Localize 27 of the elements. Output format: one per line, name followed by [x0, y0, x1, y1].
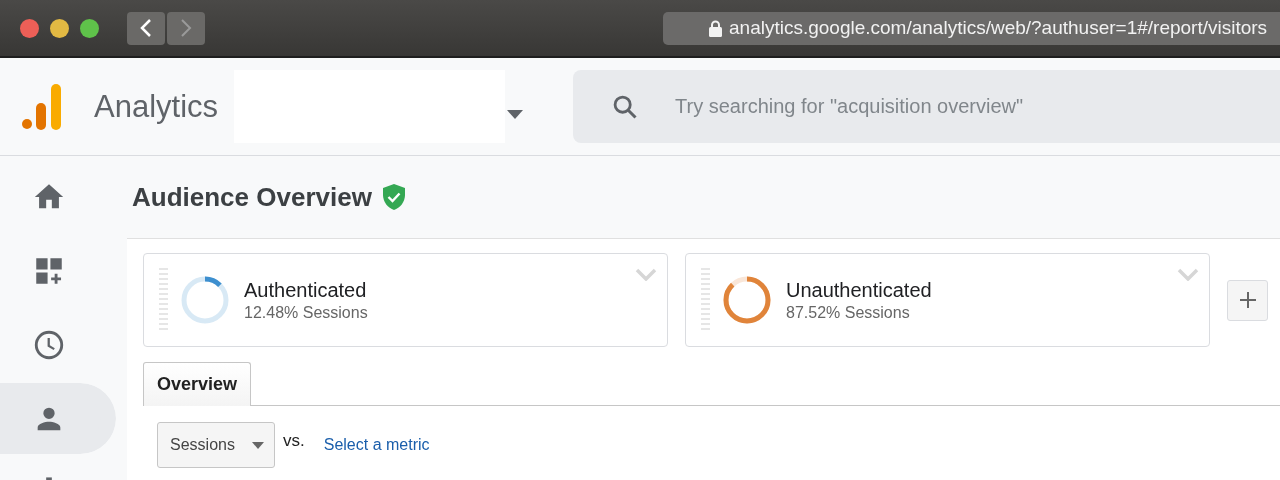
url-text: analytics.google.com/analytics/web/?authuser=1#/report/visitors [729, 17, 1268, 39]
segment-sessions: 12.48% Sessions [244, 303, 368, 322]
page-title: Audience Overview [132, 181, 372, 213]
minimize-window-button[interactable] [50, 18, 69, 38]
segment-card[interactable]: Authenticated 12.48% Sessions [143, 253, 668, 347]
segment-sessions: 87.52% Sessions [786, 303, 911, 322]
dropdown-caret-icon[interactable] [507, 110, 524, 119]
metric-dropdown[interactable]: Sessions [157, 422, 275, 468]
select-metric-link[interactable]: Select a metric [323, 436, 430, 454]
segment-name: Authenticated [244, 278, 368, 302]
back-button[interactable] [127, 11, 165, 45]
add-segment-button[interactable] [1227, 279, 1268, 321]
verified-shield-icon [381, 184, 406, 210]
plus-icon [1239, 292, 1256, 308]
zoom-window-button[interactable] [80, 18, 99, 38]
segment-card[interactable]: Unauthenticated 87.52% Sessions [685, 253, 1210, 347]
vs-label: vs. [283, 431, 305, 451]
lock-icon [709, 19, 722, 37]
close-window-button[interactable] [20, 18, 39, 38]
tab[interactable]: Overview [143, 362, 252, 406]
caret-icon [252, 441, 264, 449]
segment-name: Unauthenticated [786, 278, 932, 302]
back-icon [140, 18, 152, 38]
app-name: Analytics [94, 88, 219, 125]
analytics-logo-icon [22, 83, 64, 130]
forward-icon [180, 18, 192, 38]
address-bar[interactable]: analytics.google.com/analytics/web/?authuser=1#/report/visitors [663, 11, 1280, 45]
